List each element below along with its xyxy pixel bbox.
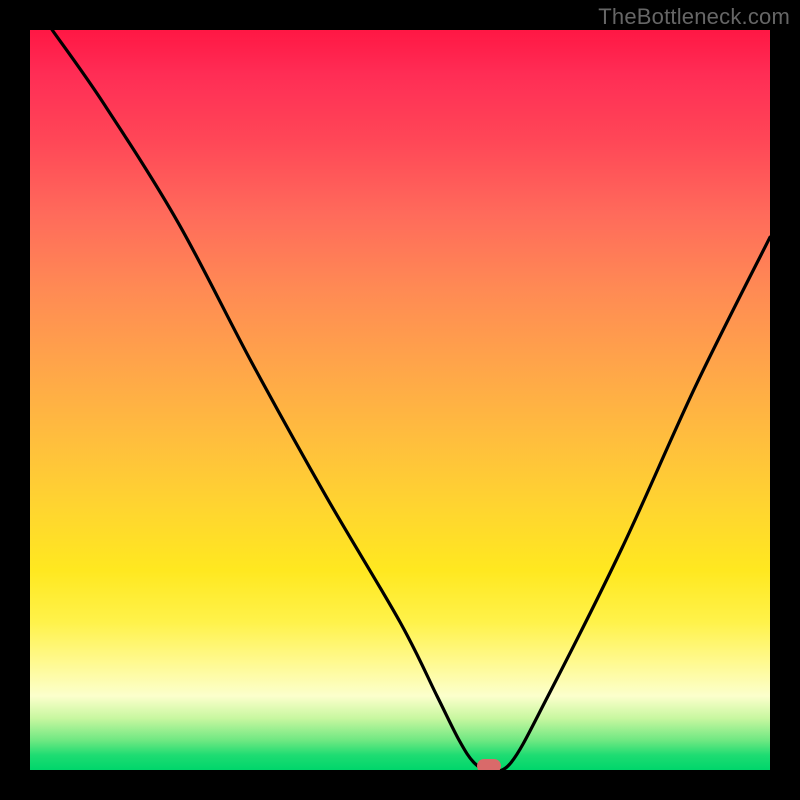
optimum-marker: [477, 759, 501, 770]
chart-frame: TheBottleneck.com: [0, 0, 800, 800]
bottleneck-curve: [30, 30, 770, 770]
plot-area: [30, 30, 770, 770]
watermark-text: TheBottleneck.com: [598, 4, 790, 30]
